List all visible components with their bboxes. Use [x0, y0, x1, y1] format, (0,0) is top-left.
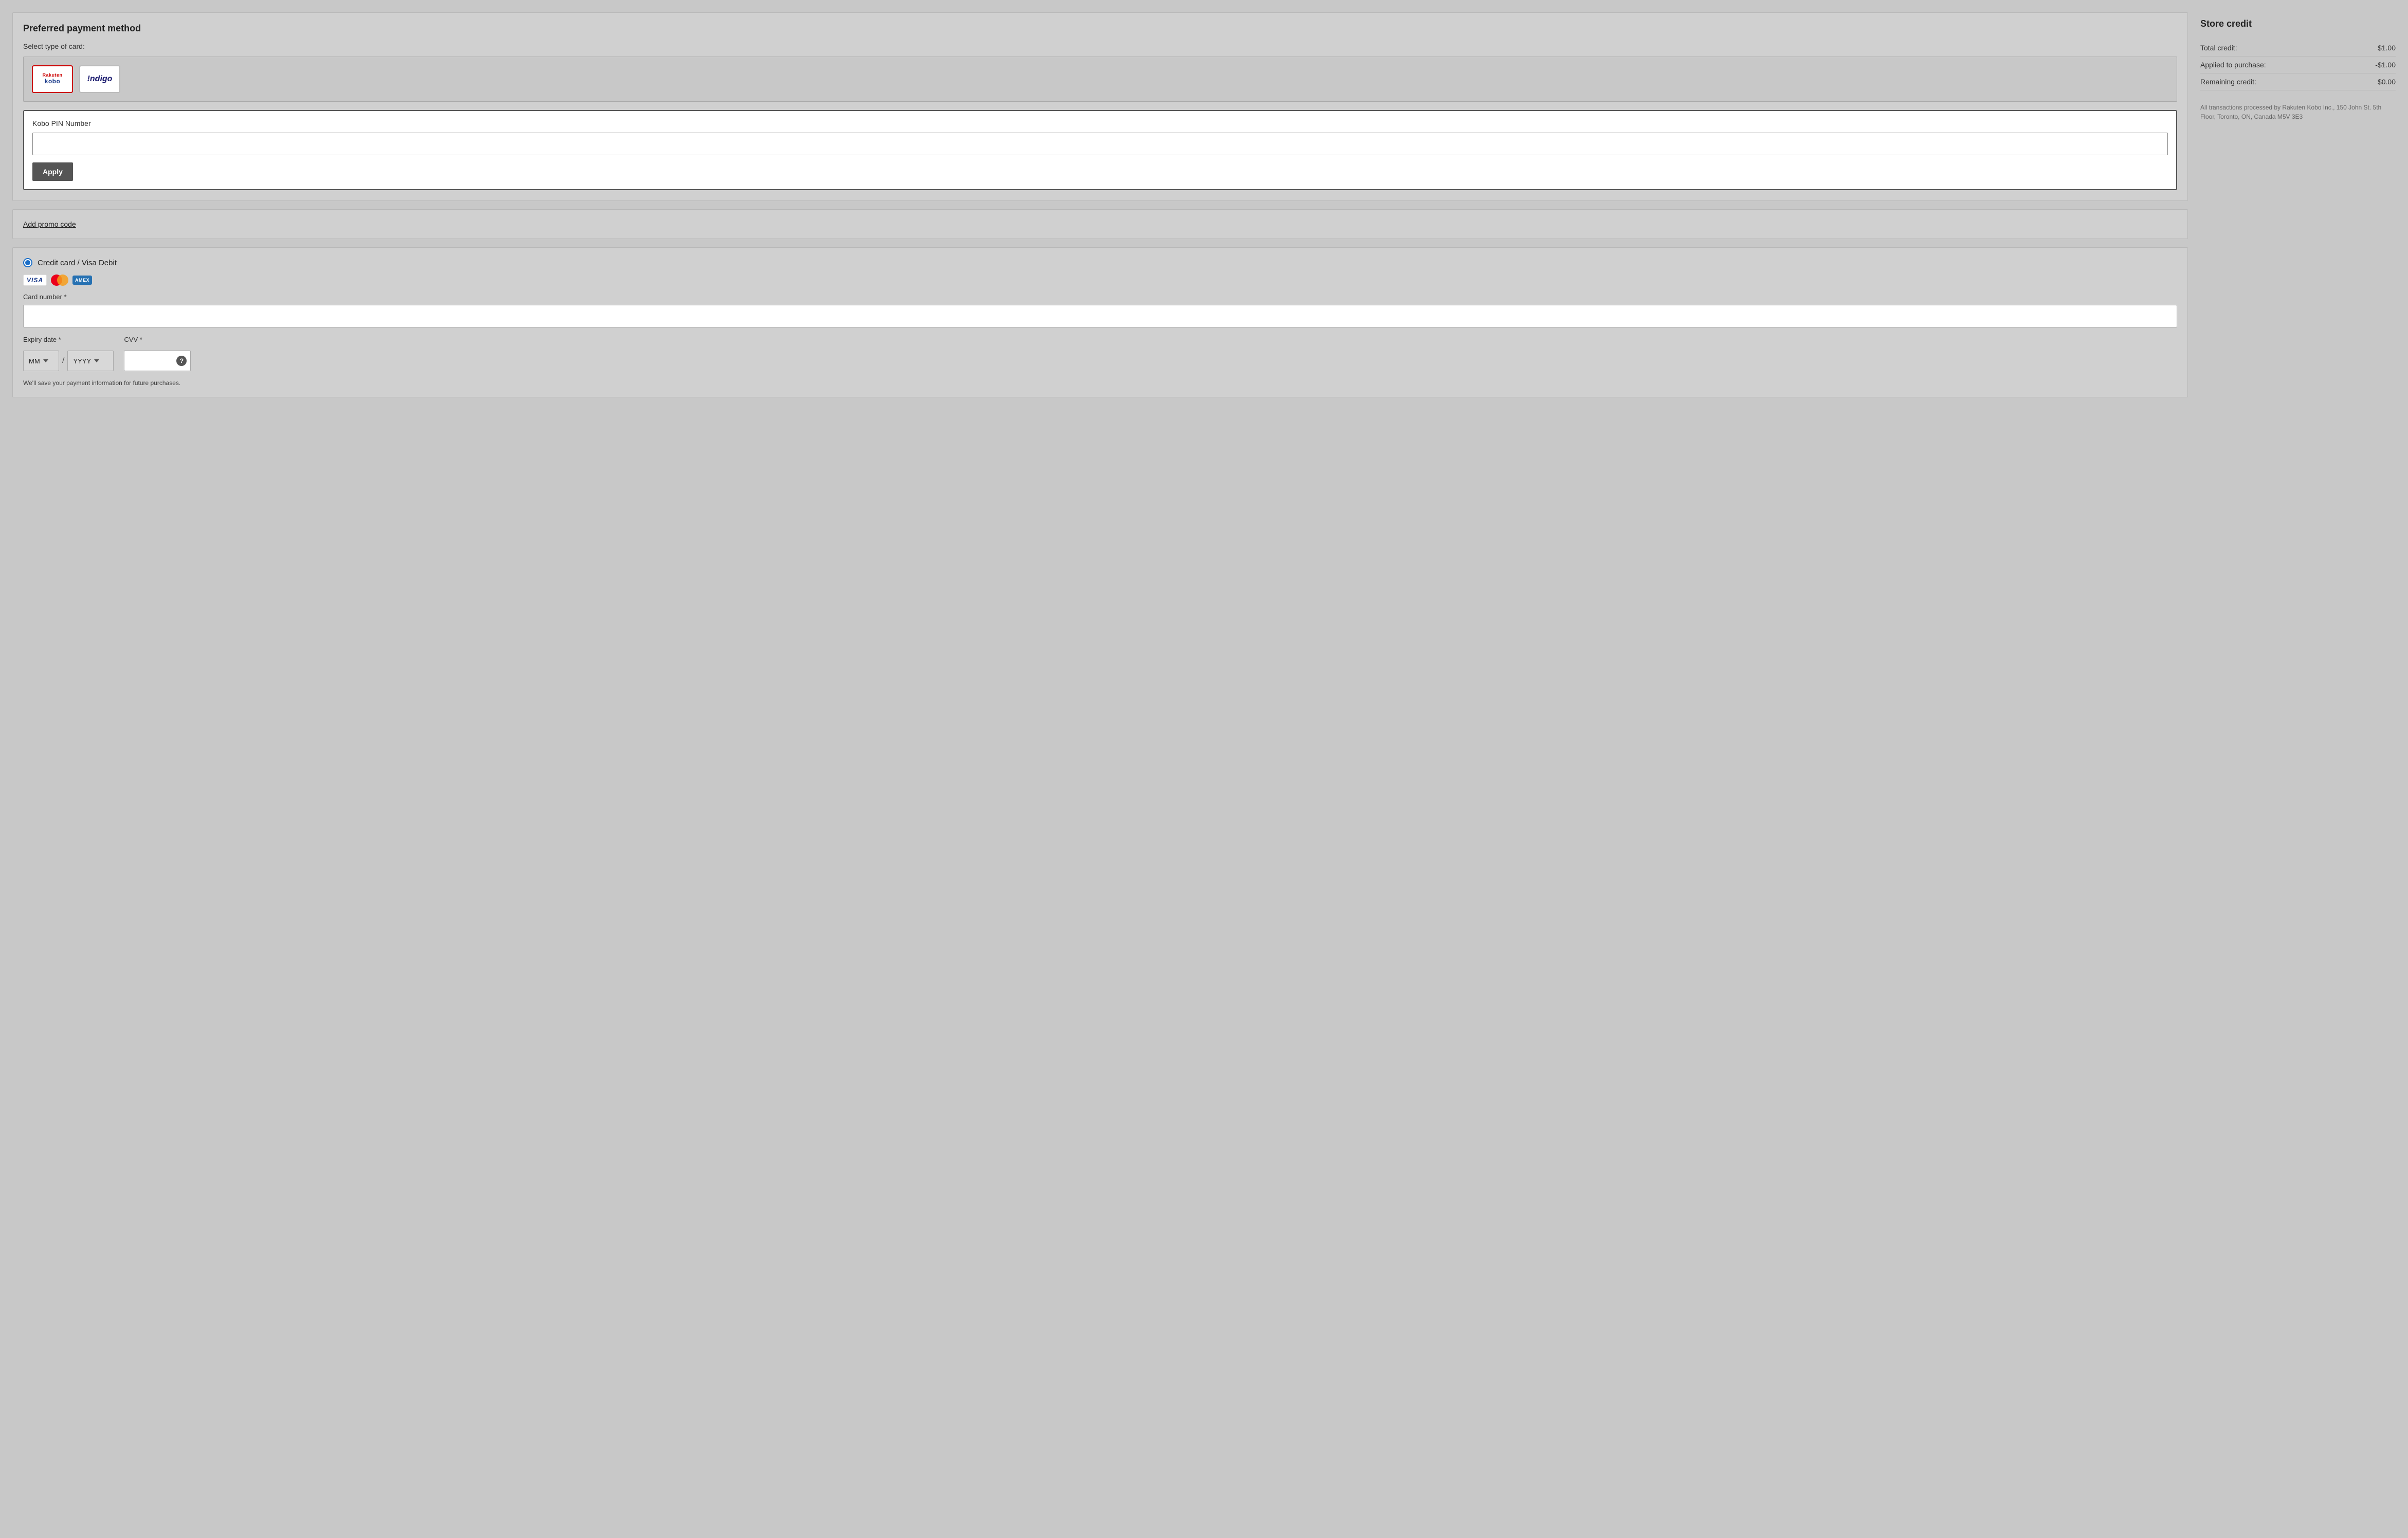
card-option-rakuten-kobo[interactable]: Rakuten kobo	[32, 65, 73, 93]
total-credit-label: Total credit:	[2200, 44, 2237, 52]
amex-logo: AMEX	[72, 276, 92, 285]
mastercard-logo	[51, 274, 68, 286]
expiry-month-chevron	[43, 359, 48, 362]
pin-input[interactable]	[32, 133, 2168, 155]
cvv-label: CVV *	[124, 336, 191, 343]
rakuten-kobo-logo: Rakuten kobo	[42, 73, 62, 85]
visa-logo: VISA	[23, 274, 47, 286]
radio-inner-dot	[25, 260, 30, 265]
card-option-indigo[interactable]: !ndigo	[79, 65, 120, 93]
applied-credit-label: Applied to purchase:	[2200, 61, 2266, 69]
pin-form-section: Kobo PIN Number Apply	[23, 110, 2177, 190]
expiry-slash: /	[62, 356, 64, 365]
expiry-month-value: MM	[29, 357, 40, 365]
expiry-year-select[interactable]: YYYY	[67, 351, 114, 371]
credit-card-label: Credit card / Visa Debit	[38, 259, 117, 267]
kobo-text: kobo	[45, 78, 61, 85]
add-promo-code-link[interactable]: Add promo code	[23, 220, 76, 228]
cvv-group: CVV * ?	[124, 336, 191, 371]
remaining-credit-label: Remaining credit:	[2200, 78, 2256, 86]
total-credit-value: $1.00	[2378, 44, 2396, 52]
transactions-text: All transactions processed by Rakuten Ko…	[2200, 103, 2396, 121]
preferred-payment-title: Preferred payment method	[23, 23, 2177, 34]
expiry-label: Expiry date *	[23, 336, 114, 343]
indigo-logo: !ndigo	[87, 75, 113, 84]
card-number-input[interactable]	[23, 305, 2177, 327]
right-column: Store credit Total credit: $1.00 Applied…	[2200, 12, 2396, 1526]
left-column: Preferred payment method Select type of …	[12, 12, 2188, 1526]
remaining-credit-value: $0.00	[2378, 78, 2396, 86]
save-info-text: We'll save your payment information for …	[23, 379, 2177, 387]
mc-circle-right	[57, 274, 68, 286]
credit-card-radio-row: Credit card / Visa Debit	[23, 258, 2177, 267]
preferred-payment-section: Preferred payment method Select type of …	[12, 12, 2188, 201]
card-options-container: Rakuten kobo !ndigo	[23, 57, 2177, 102]
store-credit-title: Store credit	[2200, 19, 2396, 29]
expiry-month-select[interactable]: MM	[23, 351, 59, 371]
credit-card-radio[interactable]	[23, 258, 32, 267]
credit-row-applied: Applied to purchase: -$1.00	[2200, 57, 2396, 74]
select-card-label: Select type of card:	[23, 42, 2177, 50]
pin-label: Kobo PIN Number	[32, 119, 2168, 127]
cvv-help-icon[interactable]: ?	[176, 356, 187, 366]
expiry-cvv-row: Expiry date * MM / YYYY CVV	[23, 336, 2177, 371]
card-number-label: Card number *	[23, 293, 2177, 301]
payment-logos: VISA AMEX	[23, 274, 2177, 286]
apply-button[interactable]: Apply	[32, 162, 73, 181]
expiry-year-chevron	[94, 359, 99, 362]
expiry-inputs: MM / YYYY	[23, 351, 114, 371]
expiry-year-value: YYYY	[73, 357, 91, 365]
credit-card-section: Credit card / Visa Debit VISA AMEX Card …	[12, 247, 2188, 397]
credit-row-total: Total credit: $1.00	[2200, 40, 2396, 57]
cvv-input-wrapper: ?	[124, 351, 191, 371]
credit-row-remaining: Remaining credit: $0.00	[2200, 74, 2396, 90]
promo-section: Add promo code	[12, 209, 2188, 239]
expiry-group: Expiry date * MM / YYYY	[23, 336, 114, 371]
applied-credit-value: -$1.00	[2375, 61, 2396, 69]
